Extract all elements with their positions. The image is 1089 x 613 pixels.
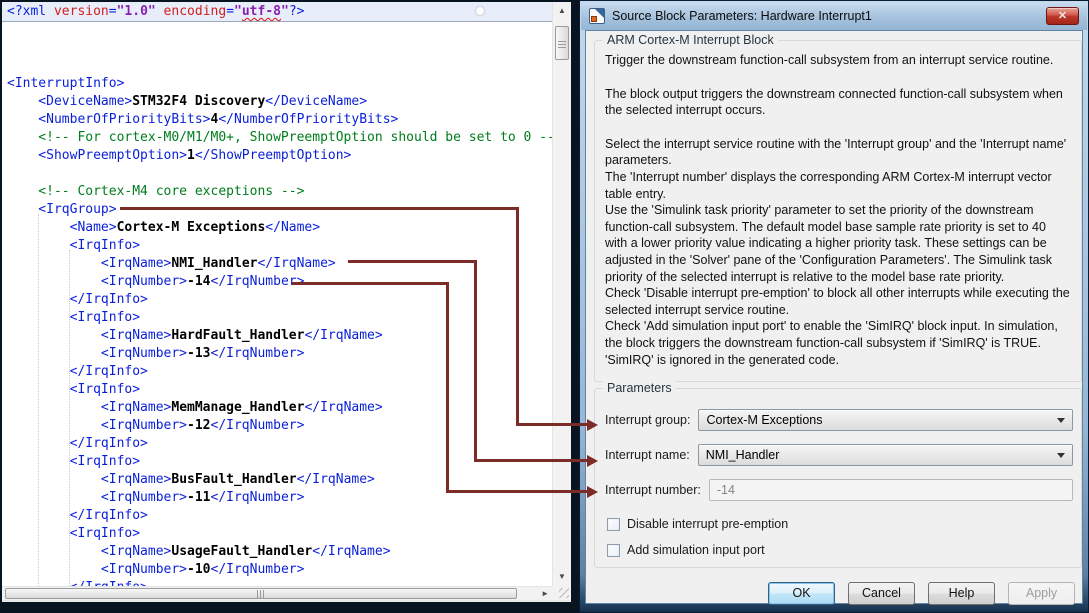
code-area[interactable]: <?xml version="1.0" encoding="utf-8"?> <I…	[2, 2, 552, 586]
code-line: <!-- For cortex-M0/M1/M0+, ShowPreemptOp…	[2, 129, 552, 147]
description-paragraph: Check 'Add simulation input port' to ena…	[605, 318, 1071, 351]
code-line: <IrqNumber>-11</IrqNumber>	[2, 489, 552, 507]
vertical-scrollbar-thumb[interactable]	[555, 26, 569, 60]
code-line: <IrqInfo>	[2, 453, 552, 471]
description-paragraph: Check 'Disable interrupt pre-emption' to…	[605, 285, 1071, 318]
code-line: <NumberOfPriorityBits>4</NumberOfPriorit…	[2, 111, 552, 129]
dialog-body: ARM Cortex-M Interrupt Block Trigger the…	[585, 30, 1083, 604]
code-line: <IrqName>UsageFault_Handler</IrqName>	[2, 543, 552, 561]
dialog-titlebar[interactable]: Source Block Parameters: Hardware Interr…	[581, 2, 1087, 30]
interrupt-number-field[interactable]	[709, 479, 1073, 501]
block-description-groupbox: ARM Cortex-M Interrupt Block Trigger the…	[594, 40, 1082, 382]
checkbox-icon[interactable]	[607, 518, 620, 531]
interrupt-name-dropdown[interactable]: NMI_Handler	[698, 444, 1073, 466]
description-paragraph: Trigger the downstream function-call sub…	[605, 52, 1071, 69]
block-parameters-icon	[589, 8, 605, 24]
description-paragraph: 'SimIRQ' is ignored in the generated cod…	[605, 352, 1071, 369]
dialog-button-row: OK Cancel Help Apply	[768, 582, 1075, 605]
thumb-grip	[257, 590, 266, 598]
disable-preemption-checkbox-row[interactable]: Disable interrupt pre-emption	[607, 517, 1073, 531]
code-line: <DeviceName>STM32F4 Discovery</DeviceNam…	[2, 93, 552, 111]
interrupt-group-dropdown[interactable]: Cortex-M Exceptions	[698, 409, 1073, 431]
interrupt-name-value: NMI_Handler	[706, 448, 780, 462]
code-line: <IrqNumber>-10</IrqNumber>	[2, 561, 552, 579]
vertical-scrollbar[interactable]: ▲ ▼	[552, 2, 571, 586]
scrollbar-corner	[552, 586, 571, 600]
groupbox-title: ARM Cortex-M Interrupt Block	[603, 33, 778, 47]
cancel-button[interactable]: Cancel	[848, 582, 915, 605]
code-line: <IrqNumber>-13</IrqNumber>	[2, 345, 552, 363]
add-sim-input-checkbox-row[interactable]: Add simulation input port	[607, 543, 1073, 557]
chevron-down-icon	[1057, 453, 1065, 458]
code-line: <IrqName>NMI_Handler</IrqName>	[2, 255, 552, 273]
dialog-title: Source Block Parameters: Hardware Interr…	[612, 9, 872, 23]
code-line: <IrqInfo>	[2, 309, 552, 327]
code-line: <IrqGroup>	[2, 201, 552, 219]
code-line	[2, 39, 552, 57]
apply-button[interactable]: Apply	[1008, 582, 1075, 605]
code-line: </IrqInfo>	[2, 507, 552, 525]
help-button[interactable]: Help	[928, 582, 995, 605]
code-line: <IrqInfo>	[2, 237, 552, 255]
interrupt-group-label: Interrupt group:	[605, 413, 690, 427]
code-line	[2, 165, 552, 183]
source-block-parameters-dialog: Source Block Parameters: Hardware Interr…	[579, 0, 1089, 613]
code-line: </IrqInfo>	[2, 291, 552, 309]
code-lines: <?xml version="1.0" encoding="utf-8"?> <I…	[2, 3, 552, 586]
code-line: <IrqName>BusFault_Handler</IrqName>	[2, 471, 552, 489]
close-button[interactable]: ✕	[1046, 7, 1079, 25]
horizontal-scrollbar-thumb[interactable]	[5, 588, 517, 599]
checkbox-icon[interactable]	[607, 544, 620, 557]
interrupt-name-row: Interrupt name: NMI_Handler	[605, 444, 1073, 466]
code-line: <IrqName>MemManage_Handler</IrqName>	[2, 399, 552, 417]
interrupt-number-row: Interrupt number:	[605, 479, 1073, 501]
code-line: <IrqName>HardFault_Handler</IrqName>	[2, 327, 552, 345]
scroll-right-icon[interactable]: ►	[541, 587, 549, 601]
add-sim-input-label: Add simulation input port	[627, 543, 765, 557]
code-line: </IrqInfo>	[2, 435, 552, 453]
code-line: </IrqInfo>	[2, 363, 552, 381]
description-paragraph: Select the interrupt service routine wit…	[605, 136, 1071, 169]
code-line: <!-- Cortex-M4 core exceptions -->	[2, 183, 552, 201]
interrupt-group-row: Interrupt group: Cortex-M Exceptions	[605, 409, 1073, 431]
code-line	[2, 57, 552, 75]
code-line	[2, 21, 552, 39]
xml-editor-panel: <?xml version="1.0" encoding="utf-8"?> <I…	[2, 2, 571, 602]
screenshot-root: <?xml version="1.0" encoding="utf-8"?> <I…	[0, 0, 1089, 613]
scroll-up-icon[interactable]: ▲	[553, 4, 571, 18]
thumb-grip	[558, 39, 566, 48]
scroll-down-icon[interactable]: ▼	[553, 570, 571, 584]
code-line: <IrqNumber>-12</IrqNumber>	[2, 417, 552, 435]
interrupt-name-label: Interrupt name:	[605, 448, 690, 462]
description-paragraph: The block output triggers the downstream…	[605, 86, 1071, 119]
code-line: <IrqNumber>-14</IrqNumber>	[2, 273, 552, 291]
description-paragraph: Use the 'Simulink task priority' paramet…	[605, 202, 1071, 285]
icon-detail	[591, 16, 597, 22]
disable-preemption-label: Disable interrupt pre-emption	[627, 517, 788, 531]
groupbox-title: Parameters	[603, 381, 676, 395]
resize-grip-icon[interactable]	[559, 588, 569, 598]
code-line: <InterruptInfo>	[2, 75, 552, 93]
code-line: <IrqInfo>	[2, 525, 552, 543]
ok-button[interactable]: OK	[768, 582, 835, 605]
code-line: </IrqInfo>	[2, 579, 552, 586]
interrupt-group-value: Cortex-M Exceptions	[706, 413, 822, 427]
description-paragraph: The 'Interrupt number' displays the corr…	[605, 169, 1071, 202]
horizontal-scrollbar[interactable]: ►	[2, 586, 552, 600]
parameters-groupbox: Parameters Interrupt group: Cortex-M Exc…	[594, 388, 1082, 568]
interrupt-number-label: Interrupt number:	[605, 483, 701, 497]
chevron-down-icon	[1057, 418, 1065, 423]
code-line: <Name>Cortex-M Exceptions</Name>	[2, 219, 552, 237]
code-line: <?xml version="1.0" encoding="utf-8"?>	[2, 3, 552, 21]
code-line: <IrqInfo>	[2, 381, 552, 399]
code-line: <ShowPreemptOption>1</ShowPreemptOption>	[2, 147, 552, 165]
